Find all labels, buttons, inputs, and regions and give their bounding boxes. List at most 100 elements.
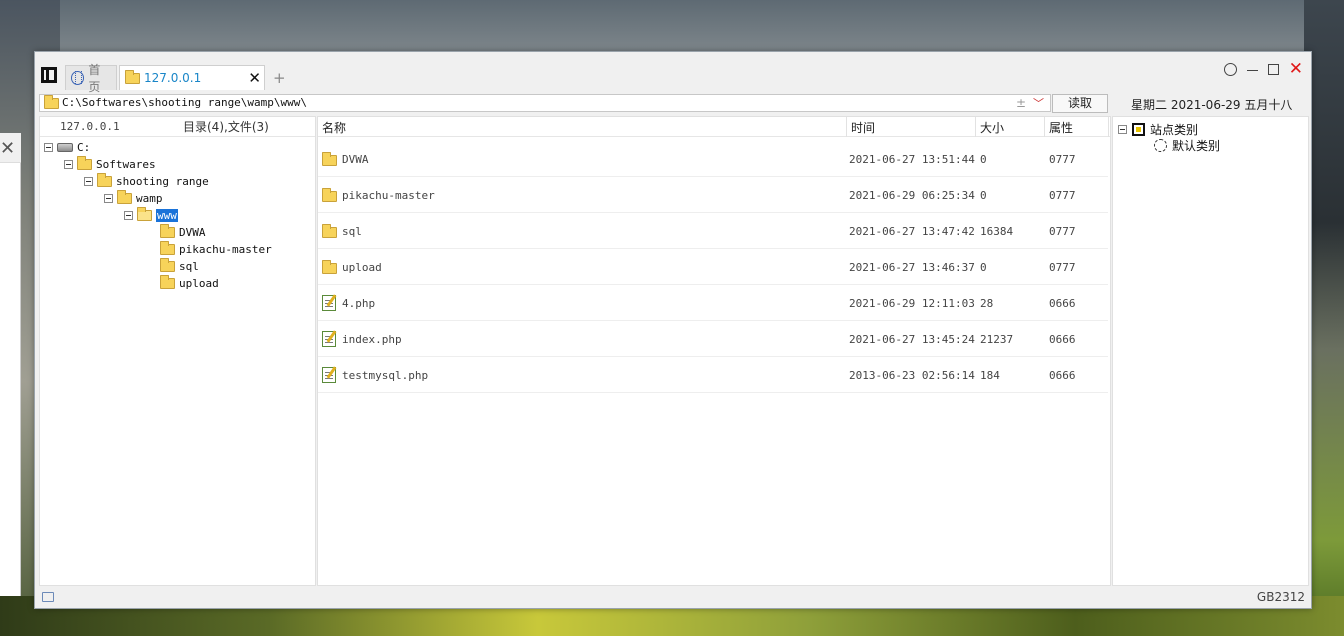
tree-node-dvwa[interactable]: DVWA [160,224,206,241]
column-header-size[interactable]: 大小 [980,119,1004,136]
tree-label: DVWA [179,226,206,239]
file-time: 2021-06-29 12:11:03 [849,297,975,310]
file-attr: 0777 [1049,153,1076,166]
tree-label: wamp [136,192,163,205]
file-attr: 0777 [1049,261,1076,274]
category-default-icon [1154,139,1167,152]
category-default[interactable]: 默认类别 [1154,137,1220,154]
file-time: 2021-06-27 13:46:37 [849,261,975,274]
new-tab-icon[interactable]: + [273,69,286,87]
tab-home[interactable]: 首页 [65,63,117,94]
folder-icon [160,258,175,272]
collapse-icon[interactable] [64,160,73,169]
encoding-label[interactable]: GB2312 [1257,590,1305,604]
tree-node-pikachu[interactable]: pikachu-master [160,241,272,258]
table-row[interactable]: 4.php 2021-06-29 12:11:03 28 0666 [318,285,1108,321]
collapse-icon[interactable] [104,194,113,203]
tree-node-shooting-range[interactable]: shooting range [84,173,209,190]
table-row[interactable]: testmysql.php 2013-06-23 02:56:14 184 06… [318,357,1108,393]
tree-node-www[interactable]: www [124,207,178,224]
home-globe-icon [71,71,85,85]
php-file-icon [322,367,336,383]
history-icon[interactable]: ± [1016,96,1026,110]
file-attr: 0777 [1049,189,1076,202]
minimize-icon[interactable] [1246,70,1258,71]
tree-node-softwares[interactable]: Softwares [64,156,156,173]
folder-icon [322,152,337,166]
folder-open-icon [137,207,152,221]
file-time: 2021-06-27 13:51:44 [849,153,975,166]
close-icon[interactable]: ✕ [1289,61,1303,78]
category-default-label: 默认类别 [1172,139,1221,153]
column-header-name[interactable]: 名称 [322,119,346,136]
window-icon[interactable] [42,592,54,602]
table-row[interactable]: upload 2021-06-27 13:46:37 0 0777 [318,249,1108,285]
column-separator[interactable] [1044,117,1045,137]
tree-label: Softwares [96,158,156,171]
tree-node-drive[interactable]: C: [44,139,90,156]
address-input[interactable]: C:\Softwares\shooting range\wamp\www\ ± … [39,94,1051,112]
table-row[interactable]: sql 2021-06-27 13:47:42 16384 0777 [318,213,1108,249]
window-controls: ✕ [1223,61,1303,78]
tree-header: 127.0.0.1 目录(4),文件(3) [40,117,315,137]
file-size: 0 [980,261,987,274]
tree-label: pikachu-master [179,243,272,256]
tree-label: upload [179,277,219,290]
tree-label: sql [179,260,199,273]
column-separator[interactable] [975,117,976,137]
file-name: sql [342,225,362,238]
folder-icon [125,69,140,84]
tree-label: shooting range [116,175,209,188]
maximize-icon[interactable] [1267,64,1279,75]
drive-icon [57,143,73,152]
title-bar: 首页 127.0.0.1 ✕ + ✕ [35,52,1311,94]
column-header-attr[interactable]: 属性 [1049,119,1073,136]
file-size: 184 [980,369,1000,382]
file-list: 名称 时间 大小 属性 DVWA 2021-06-27 13:51:44 0 0… [317,116,1111,586]
file-name: testmysql.php [342,369,429,382]
file-time: 2021-06-29 06:25:34 [849,189,975,202]
column-separator[interactable] [846,117,847,137]
tree-label-selected: www [156,209,178,222]
tab-127-0-0-1[interactable]: 127.0.0.1 ✕ [119,65,265,90]
collapse-icon[interactable] [84,177,93,186]
folder-icon [160,224,175,238]
file-list-header: 名称 时间 大小 属性 [318,117,1110,137]
tab-home-label: 首页 [88,63,101,94]
file-name: 4.php [342,297,376,310]
file-size: 0 [980,153,987,166]
read-button[interactable]: 读取 [1052,94,1108,113]
folder-icon [322,260,337,274]
column-header-time[interactable]: 时间 [851,119,875,136]
tree-node-upload[interactable]: upload [160,275,219,292]
tab-active-label: 127.0.0.1 [144,71,202,85]
circle-icon[interactable] [1223,63,1237,76]
file-attr: 0666 [1049,369,1076,382]
file-time: 2021-06-27 13:45:24 [849,333,975,346]
category-root[interactable]: 站点类别 [1118,121,1198,138]
background-close-icon[interactable]: ✕ [0,138,15,159]
file-time: 2013-06-23 02:56:14 [849,369,975,382]
folder-icon [160,275,175,289]
table-row[interactable]: pikachu-master 2021-06-29 06:25:34 0 077… [318,177,1108,213]
file-size: 21237 [980,333,1014,346]
table-row[interactable]: DVWA 2021-06-27 13:51:44 0 0777 [318,141,1108,177]
chevron-down-icon[interactable]: ﹀ [1033,95,1044,111]
tab-close-icon[interactable]: ✕ [248,69,261,87]
table-row[interactable]: index.php 2021-06-27 13:45:24 21237 0666 [318,321,1108,357]
tree-count: 目录(4),文件(3) [183,120,269,134]
collapse-icon[interactable] [1118,125,1127,134]
php-file-icon [322,295,336,311]
collapse-icon[interactable] [44,143,53,152]
collapse-icon[interactable] [124,211,133,220]
folder-icon [97,173,112,187]
file-size: 28 [980,297,994,310]
tree-node-wamp[interactable]: wamp [104,190,163,207]
folder-icon [322,224,337,238]
category-root-label: 站点类别 [1150,123,1199,137]
app-logo-icon [41,67,57,83]
file-attr: 0666 [1049,297,1076,310]
directory-tree: 127.0.0.1 目录(4),文件(3) C: Softwares shoot… [39,116,316,586]
file-attr: 0666 [1049,333,1076,346]
tree-node-sql[interactable]: sql [160,258,199,275]
